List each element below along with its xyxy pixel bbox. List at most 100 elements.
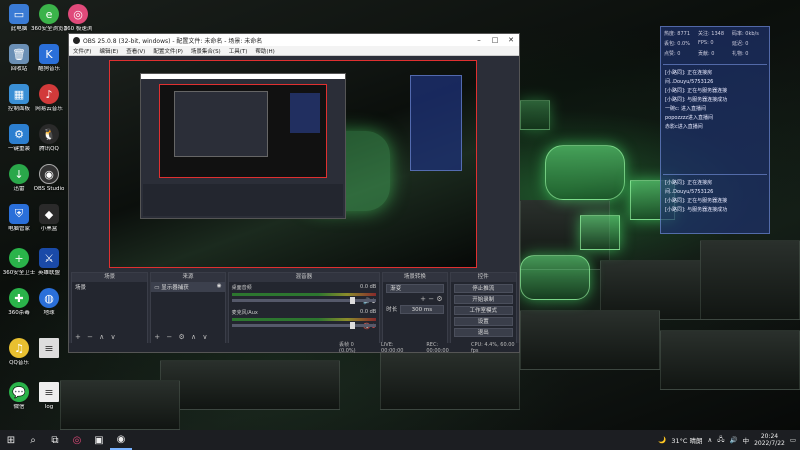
chat-message: [小路同]: 正在连接房 (665, 180, 713, 186)
volume-icon[interactable]: 🔊 (729, 436, 737, 444)
menu-help[interactable]: 帮助(H) (255, 47, 274, 55)
scenes-dock: 场景 场景 + − ∧ ∨ (71, 272, 149, 344)
desktop-icon-qq[interactable]: 🐧 腾讯QQ (31, 124, 67, 152)
network-icon[interactable]: 🖧 (717, 435, 724, 446)
minimize-icon[interactable]: – (471, 36, 487, 44)
desktop-icon-document[interactable]: ≡ (31, 338, 67, 360)
preview-chat-panel (410, 75, 462, 171)
scene-toolbar[interactable]: + − ∧ ∨ (75, 333, 118, 341)
menu-view[interactable]: 查看(V) (126, 47, 145, 55)
transition-add-remove[interactable]: + − ⚙ (383, 295, 446, 303)
exit-button[interactable]: 退出 (453, 328, 513, 337)
stat: 丢包: 0.0% (664, 41, 690, 47)
preview-canvas[interactable] (109, 60, 477, 268)
taskbar: ⊞ ⌕ ⧉ ◎ ▣ ◉ 🌙 31°C 晴朗 ∧ 🖧 🔊 中 20:24 2022… (0, 430, 800, 450)
search-icon[interactable]: ⌕ (22, 430, 44, 450)
desktop-icon-globe[interactable]: ◍ 地球 (31, 288, 67, 316)
app-icon: ◆ (39, 204, 59, 224)
wallpaper-building (520, 310, 660, 370)
chat-message: [小路同]: 与服务器连接成功 (665, 207, 728, 213)
tray-chevron-icon[interactable]: ∧ (707, 436, 712, 444)
desktop-icon-lol[interactable]: ⚔ 英雄联盟 (31, 248, 67, 276)
channel-db: 0.0 dB (360, 284, 377, 290)
desktop-icon-360-speed-browser[interactable]: ◎ 360 极速浏 (60, 4, 96, 32)
start-recording-button[interactable]: 开始录制 (453, 295, 513, 304)
audio-meter (231, 293, 377, 296)
menu-tools[interactable]: 工具(T) (229, 47, 248, 55)
wallpaper-building (160, 360, 340, 410)
studio-mode-button[interactable]: 工作室模式 (453, 306, 513, 315)
wallpaper-glow-structure (545, 145, 625, 200)
status-bar: 丢帧 0 (0.0%) LIVE: 00:00:00 REC: 00:00:00… (69, 341, 519, 354)
channel-db: 0.0 dB (360, 309, 377, 315)
menu-profile[interactable]: 配置文件(P) (153, 47, 183, 55)
chat-messages-secondary: [小路同]: 正在连接房 间..Douyu/5753126 [小路同]: 正在与… (661, 179, 769, 215)
channel-name: 麦克风/Aux (231, 310, 258, 316)
wallpaper-building (700, 240, 800, 320)
live-chat-overlay[interactable]: 热度: 8771 关注: 1348 码率: 0kb/s 丢包: 0.0% FPS… (660, 26, 770, 234)
channel-name: 桌面音频 (231, 285, 252, 291)
desktop-icon-kugou[interactable]: K 酷狗音乐 (31, 44, 67, 72)
chat-message: [小路同]: 与服务器连接成功 (665, 97, 728, 103)
wallpaper-building (660, 330, 800, 390)
taskbar-obs-icon[interactable]: ◉ (110, 430, 132, 450)
cpu-fps: CPU: 4.4%, 60.00 fps (470, 341, 515, 354)
music-icon: ♪ (39, 84, 59, 104)
source-item[interactable]: ▭ 显示器捕获 ◉ (151, 282, 225, 292)
wallpaper-building (380, 350, 520, 410)
weather-icon[interactable]: 🌙 (658, 436, 666, 444)
wallpaper-glow-structure (520, 100, 550, 130)
preview-nested-obs (140, 73, 346, 219)
controls-dock: 控件 停止推流 开始录制 工作室模式 设置 退出 (449, 272, 517, 344)
source-toolbar[interactable]: + − ⚙ ∧ ∨ (154, 333, 209, 341)
stat: 关注: 1348 (698, 31, 724, 37)
desktop-icon-log[interactable]: ≡ log (31, 382, 67, 410)
menu-edit[interactable]: 编辑(E) (99, 47, 118, 55)
taskbar-app-icon[interactable]: ▣ (88, 430, 110, 450)
control-panel-icon: ▦ (9, 84, 29, 104)
mixer-channel-mic: 麦克风/Aux0.0 dB 🔇⚙ (229, 307, 380, 332)
desktop-icon-netease-music[interactable]: ♪ 网易云音乐 (31, 84, 67, 112)
duration-input[interactable]: 300 ms (400, 305, 444, 314)
stat: 码率: 0kb/s (732, 31, 759, 37)
task-view-icon[interactable]: ⧉ (44, 430, 66, 450)
settings-button[interactable]: 设置 (453, 317, 513, 326)
eye-icon[interactable]: ◉ (217, 283, 222, 289)
volume-slider[interactable] (231, 297, 377, 304)
document-icon: ≡ (39, 382, 59, 402)
globe-icon: ◍ (39, 288, 59, 308)
start-button[interactable]: ⊞ (0, 430, 22, 450)
chat-messages: [小路同]: 正在连接房 间..Douyu/5753126 [小路同]: 正在与… (661, 69, 769, 132)
stop-streaming-button[interactable]: 停止推流 (453, 284, 513, 293)
weather-text[interactable]: 31°C 晴朗 (671, 435, 702, 445)
clock[interactable]: 20:24 2022/7/22 (754, 433, 785, 447)
transition-select[interactable]: 渐变 (386, 284, 444, 293)
maximize-icon[interactable]: □ (487, 36, 503, 44)
language-indicator[interactable]: 中 (743, 435, 750, 445)
duration-label: 时长 (386, 307, 398, 313)
volume-slider[interactable] (231, 322, 377, 329)
scenes-dock-title: 场景 (72, 273, 148, 282)
scene-item[interactable]: 场景 (72, 282, 147, 292)
slider-knob[interactable] (349, 322, 355, 329)
sources-dock-title: 来源 (151, 273, 225, 282)
browser-icon: e (39, 4, 59, 24)
notification-icon[interactable]: ▭ (790, 436, 796, 444)
chat-message: 间..Douyu/5753126 (665, 79, 714, 85)
clock-date: 2022/7/22 (754, 440, 785, 447)
shield-icon: + (9, 248, 29, 268)
chat-message: [小路同]: 正在与服务器连接 (665, 88, 728, 94)
menu-scene-collection[interactable]: 场景集合(S) (191, 47, 221, 55)
antivirus-icon: ✚ (9, 288, 29, 308)
dropped-frames: 丢帧 0 (0.0%) (339, 342, 356, 354)
chat-stats: 热度: 8771 关注: 1348 码率: 0kb/s 丢包: 0.0% FPS… (661, 27, 769, 60)
stat: 延迟: 0 (732, 41, 749, 47)
obs-title-bar[interactable]: OBS 25.0.8 (32-bit, windows) - 配置文件: 未命名… (69, 34, 519, 46)
taskbar-browser-icon[interactable]: ◎ (66, 430, 88, 450)
desktop-icon-xiaoheihe[interactable]: ◆ 小黑盒 (31, 204, 67, 232)
close-icon[interactable]: ✕ (503, 36, 519, 44)
menu-file[interactable]: 文件(F) (73, 47, 91, 55)
audio-meter (231, 318, 377, 321)
slider-knob[interactable] (349, 297, 355, 304)
desktop-icon-obs[interactable]: ◉ OBS Studio (31, 164, 67, 192)
